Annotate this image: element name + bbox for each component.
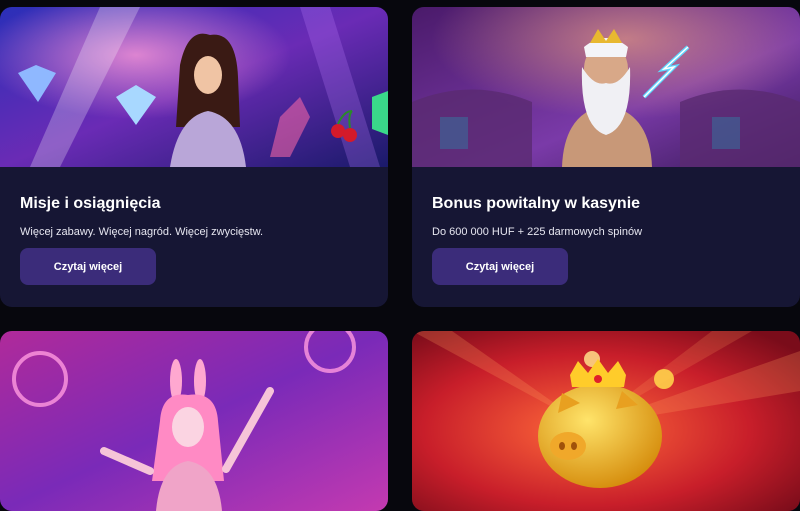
piggy-bank-banner-image	[412, 331, 800, 511]
card-title: Misje i osiągnięcia	[20, 195, 161, 212]
card-subtitle: Więcej zabawy. Więcej nagród. Więcej zwy…	[20, 226, 264, 238]
bunny-banner-image	[0, 331, 388, 511]
welcome-bonus-banner-image	[412, 7, 800, 167]
read-more-button[interactable]: Czytaj więcej	[20, 248, 156, 285]
card-title: Bonus powitalny w kasynie	[432, 195, 641, 212]
promo-card-piggy-bank[interactable]	[412, 331, 800, 511]
missions-banner-image	[0, 7, 388, 167]
promo-card-welcome-bonus[interactable]: Bonus powitalny w kasynie Do 600 000 HUF…	[412, 7, 800, 307]
promo-card-missions[interactable]: Misje i osiągnięcia Więcej zabawy. Więce…	[0, 7, 388, 307]
card-subtitle: Do 600 000 HUF + 225 darmowych spinów	[432, 226, 643, 238]
promo-card-bunny[interactable]	[0, 331, 388, 511]
read-more-button[interactable]: Czytaj więcej	[432, 248, 568, 285]
